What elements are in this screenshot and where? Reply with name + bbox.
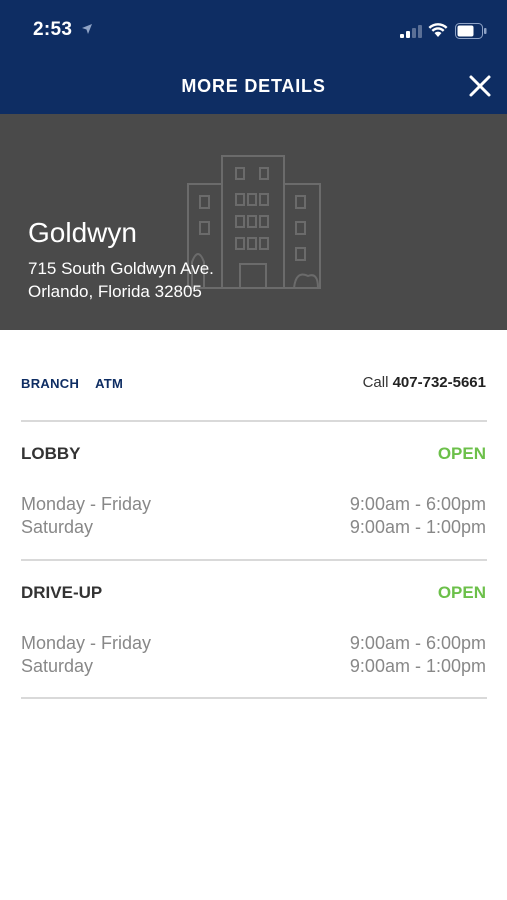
close-icon[interactable]: [466, 72, 494, 100]
status-badge-drive-up: OPEN: [437, 583, 486, 602]
hours-day: Monday - Friday: [21, 633, 152, 653]
tab-branch[interactable]: BRANCH: [21, 376, 79, 391]
section-title-lobby: LOBBY: [21, 444, 81, 463]
call-label: Call: [362, 374, 389, 391]
phone-number-link[interactable]: 407-732-5661: [393, 374, 486, 391]
tab-atm[interactable]: ATM: [95, 376, 123, 391]
branch-name: Goldwyn: [28, 217, 137, 248]
address-line-1: 715 South Goldwyn Ave.: [28, 259, 214, 278]
hours-time: 9:00am - 6:00pm: [349, 633, 486, 653]
battery-icon: [455, 23, 487, 39]
section-title-drive-up: DRIVE-UP: [21, 583, 103, 602]
hours-time: 9:00am - 1:00pm: [349, 656, 486, 676]
hours-time: 9:00am - 1:00pm: [349, 517, 486, 537]
hours-day: Monday - Friday: [21, 494, 152, 514]
status-time: 2:53: [33, 19, 73, 40]
divider: [21, 697, 487, 699]
call-row: Call 407-732-5661: [363, 374, 486, 391]
divider: [21, 420, 487, 422]
status-badge-lobby: OPEN: [437, 444, 486, 463]
branch-hero: Goldwyn 715 South Goldwyn Ave. Orlando, …: [0, 114, 507, 330]
page-title: MORE DETAILS: [181, 76, 326, 96]
hours-day: Saturday: [21, 517, 94, 537]
hours-time: 9:00am - 6:00pm: [349, 494, 486, 514]
wifi-icon: [428, 23, 448, 37]
status-bar: 2:53: [0, 0, 507, 62]
location-arrow-icon: [82, 24, 92, 34]
divider: [21, 559, 487, 561]
hours-day: Saturday: [21, 656, 94, 676]
signal-icon: [400, 25, 422, 38]
type-tabs: BRANCH ATM: [21, 376, 135, 391]
header: 2:53 MORE DETAILS: [0, 0, 507, 114]
address-line-2: Orlando, Florida 32805: [28, 282, 202, 301]
